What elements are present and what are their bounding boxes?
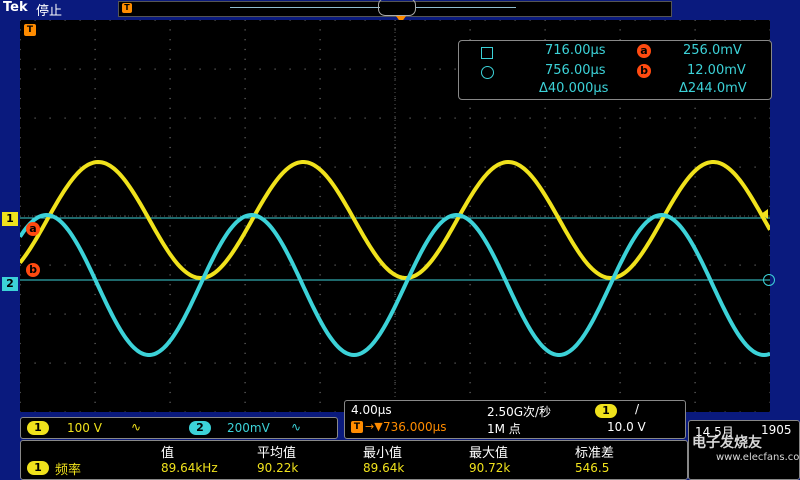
ch1-badge[interactable]: 1	[27, 421, 49, 435]
trigger-pos-t-icon: T	[351, 421, 363, 433]
time-per-div[interactable]: 4.00µs	[351, 403, 392, 417]
ch1-level-marker[interactable]: 1	[2, 212, 18, 226]
ch2-badge[interactable]: 2	[189, 421, 211, 435]
cursor-b-circle-icon[interactable]	[763, 274, 775, 286]
meas-header-max: 最大值	[469, 446, 509, 461]
ch2-coupling-icon: ∿	[291, 420, 302, 434]
cursor-a-time: 716.00µs	[545, 43, 606, 58]
record-view-line	[230, 7, 380, 8]
trigger-position[interactable]: 736.000µs	[383, 420, 447, 434]
trigger-level[interactable]: 10.0 V	[607, 420, 646, 434]
trigger-source-badge[interactable]: 1	[595, 404, 617, 418]
channel-settings-bar[interactable]: 1 100 V ∿ 2 200mV ∿	[20, 417, 338, 439]
meas-source-badge[interactable]: 1	[27, 461, 49, 475]
time: 1905	[761, 423, 792, 437]
cursor-b-time: 756.00µs	[545, 63, 606, 78]
cursor-a-badge: a	[637, 44, 651, 58]
meas-header-stddev: 标准差	[575, 446, 615, 461]
cursor-readout-panel: 716.00µs a 256.0mV 756.00µs b 12.00mV Δ4…	[458, 40, 772, 100]
cursor-a-square-icon	[481, 47, 493, 59]
ch2-scale[interactable]: 200mV	[227, 421, 270, 435]
measurement-panel[interactable]: 值 平均值 最小值 最大值 标准差 1 频率 89.64kHz 90.22k 8…	[20, 440, 688, 480]
cursor-b-value: 12.00mV	[687, 63, 746, 78]
trigger-level-arrow-icon[interactable]	[761, 209, 768, 219]
meas-max: 90.72k	[469, 461, 511, 475]
meas-header-value: 值	[161, 446, 175, 461]
record-trigger-marker: T	[122, 3, 132, 13]
brand-logo: Tek	[3, 0, 28, 15]
ch2-level-marker[interactable]: 2	[2, 277, 18, 291]
meas-header-min: 最小值	[363, 446, 403, 461]
sample-rate: 2.50G次/秒	[487, 405, 552, 419]
meas-value: 89.64kHz	[161, 461, 218, 475]
record-view-line-right	[416, 7, 516, 8]
cursor-delta-time: Δ40.000µs	[539, 81, 609, 96]
ref-b-marker[interactable]: b	[26, 263, 40, 277]
cursor-b-circle-icon-readout	[481, 66, 494, 79]
cursor-delta-value: Δ244.0mV	[679, 81, 747, 96]
record-view-bracket[interactable]	[378, 0, 416, 16]
watermark-url: www.elecfans.com	[716, 452, 800, 463]
trigger-t-marker[interactable]: T	[24, 24, 36, 36]
meas-min: 89.64k	[363, 461, 405, 475]
watermark-logo: 电子发烧友	[692, 435, 762, 451]
meas-stddev: 546.5	[575, 461, 610, 475]
timebase-panel[interactable]: 4.00µs 2.50G次/秒 1 / T →▼ 736.000µs 1M 点 …	[344, 400, 686, 439]
trigger-slope-icon[interactable]: /	[635, 402, 639, 416]
ch1-scale[interactable]: 100 V	[67, 421, 102, 435]
ch1-coupling-icon: ∿	[131, 420, 142, 434]
meas-type-label[interactable]: 频率	[55, 459, 81, 478]
meas-mean: 90.22k	[257, 461, 299, 475]
cursor-b-badge: b	[637, 64, 651, 78]
meas-header-mean: 平均值	[257, 446, 297, 461]
cursor-a-value: 256.0mV	[683, 43, 742, 58]
ref-a-marker[interactable]: a	[26, 222, 40, 236]
trigger-arrow-icon: →▼	[365, 420, 383, 433]
run-status[interactable]: 停止	[36, 0, 62, 19]
record-length: 1M 点	[487, 422, 521, 436]
